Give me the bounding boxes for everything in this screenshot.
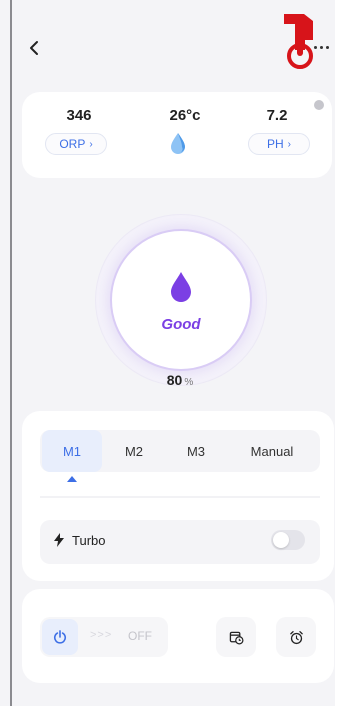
quality-percent-value: 80 [166,372,183,388]
ph-label: PH [266,137,284,151]
water-drop-icon [169,271,193,303]
more-dot [326,45,329,49]
screen-edge [335,0,339,706]
tab-m1[interactable]: M1 [42,430,102,472]
tab-m3[interactable]: M3 [166,430,226,472]
power-state: OFF [128,629,152,643]
lightning-icon [54,533,64,547]
power-arrows: >>> [90,629,113,641]
tab-m2[interactable]: M2 [104,430,164,472]
more-dot [314,45,317,49]
temperature-value: 26°c [169,107,201,124]
quality-percent: 80% [130,372,230,388]
water-quality-status: Good [161,316,201,333]
power-icon [53,630,67,644]
chevron-left-icon [30,41,38,55]
quality-percent-unit: % [184,377,194,388]
power-button[interactable] [42,619,78,655]
modes-divider [40,496,320,498]
back-button[interactable] [28,40,48,62]
toggle-knob [273,532,289,548]
alarm-button[interactable] [276,617,316,657]
screen-border [10,0,12,706]
ph-button[interactable]: PH › [248,133,310,155]
ph-value: 7.2 [266,107,288,124]
info-dot-icon[interactable] [314,100,324,110]
chevron-right-icon: › [287,138,291,150]
orp-value: 346 [66,107,92,124]
more-dot [320,45,323,49]
tab-manual[interactable]: Manual [228,430,316,472]
orp-button[interactable]: ORP › [45,133,107,155]
alarm-clock-icon [289,630,303,644]
turbo-toggle[interactable] [271,530,305,550]
chevron-right-icon: › [89,138,93,150]
more-options-button[interactable] [314,40,334,54]
schedule-button[interactable] [216,617,256,657]
turbo-label: Turbo [72,533,106,548]
orp-label: ORP [59,137,86,151]
calendar-clock-icon [229,631,243,644]
water-drop-icon [169,132,187,154]
active-tab-indicator [67,476,77,482]
